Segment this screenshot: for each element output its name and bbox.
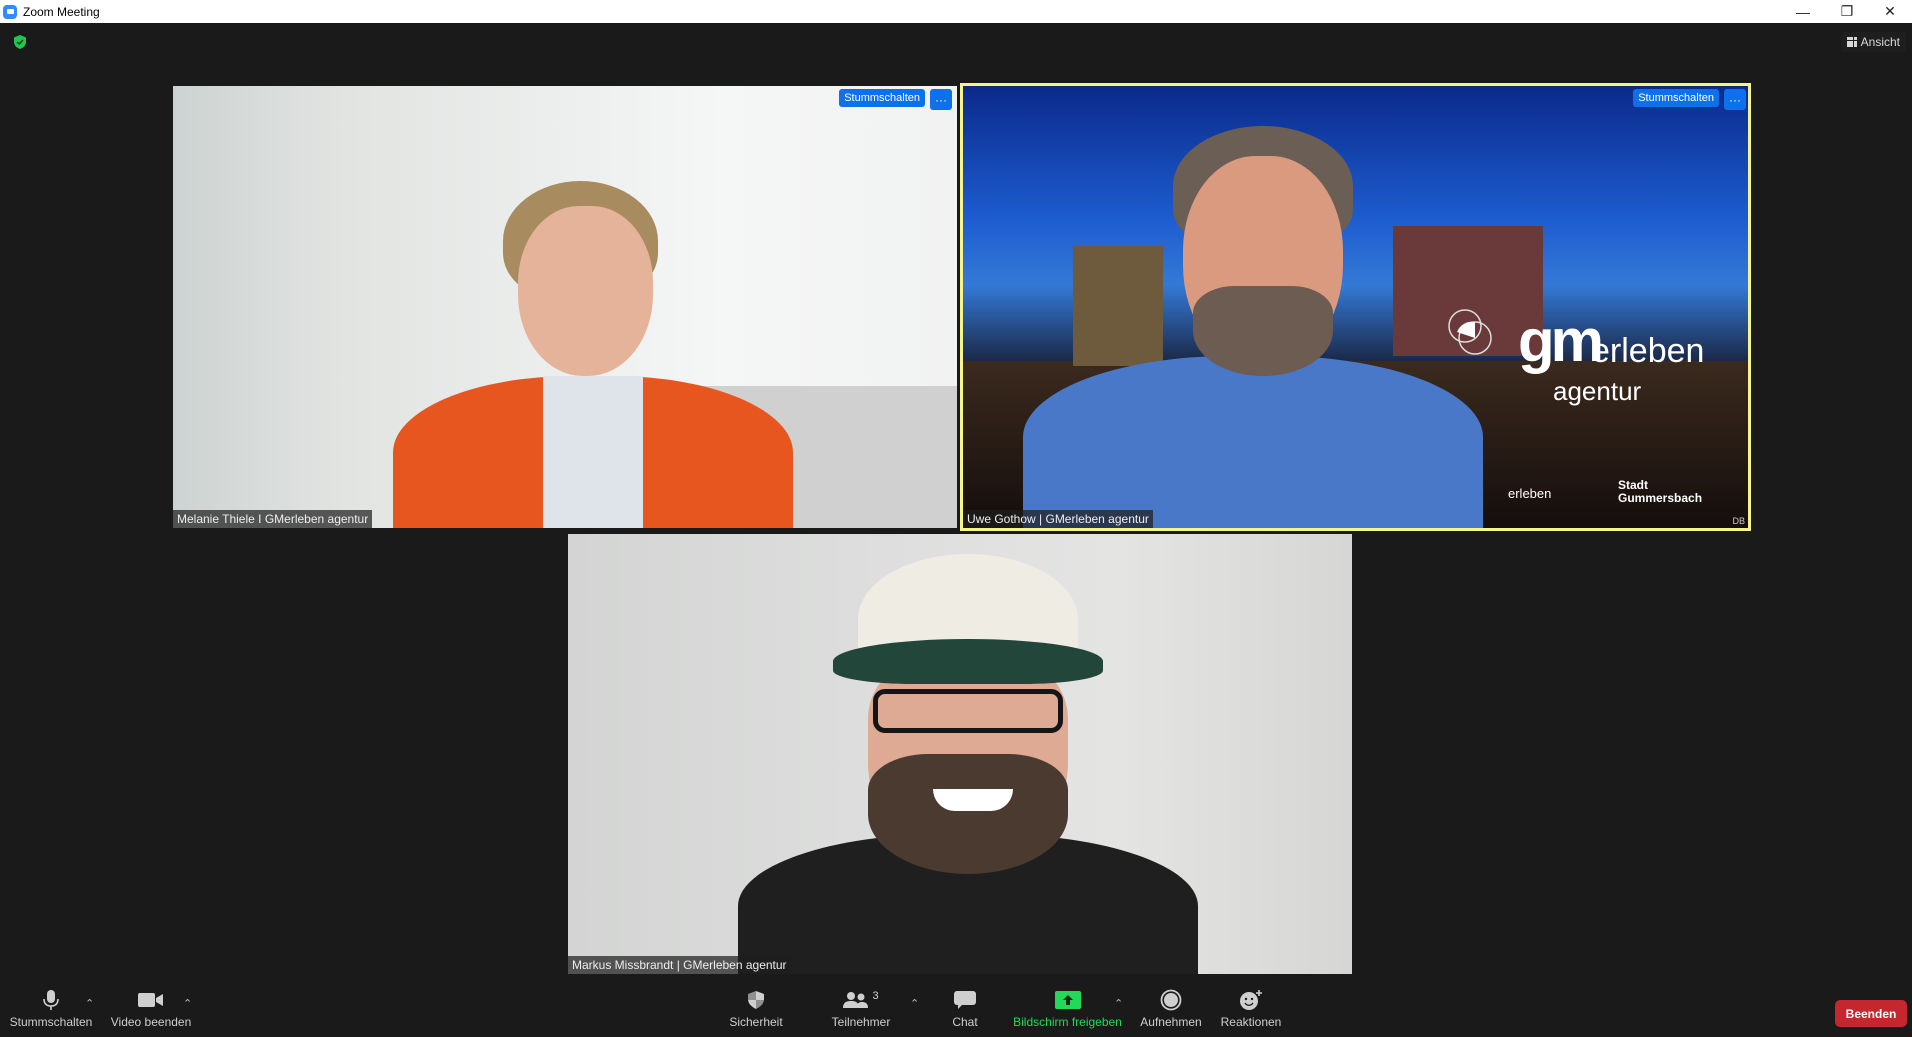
participants-icon [843, 992, 869, 1008]
more-options-button[interactable]: ··· [930, 89, 952, 110]
participant-count: 3 [872, 990, 879, 1002]
meeting-toolbar: Stummschalten ⌃ Video beenden ⌃ Sicherhe… [0, 985, 1912, 1037]
record-icon [1160, 989, 1182, 1011]
audio-options-caret[interactable]: ⌃ [85, 997, 94, 1010]
reaction-emoji-icon [1240, 990, 1262, 1010]
end-meeting-button[interactable]: Beenden [1835, 1000, 1907, 1027]
security-button[interactable]: Sicherheit [717, 985, 795, 1037]
security-label: Sicherheit [729, 1015, 783, 1029]
encryption-shield-icon[interactable] [12, 34, 28, 50]
participants-label: Teilnehmer [831, 1015, 891, 1029]
participants-button[interactable]: 3 Teilnehmer [822, 985, 900, 1037]
participant-name-label: Melanie Thiele I GMerleben agentur [173, 510, 373, 528]
watermark-text: DB [1732, 516, 1745, 526]
participant-shirt [543, 376, 643, 528]
window-titlebar: Zoom Meeting — ❐ ✕ [0, 0, 1912, 23]
participant-beard [1193, 286, 1333, 376]
mute-participant-button[interactable]: Stummschalten [1633, 89, 1719, 107]
participant-beard [868, 754, 1068, 874]
logo-stadt-gummersbach: Stadt Gummersbach [1618, 478, 1703, 506]
participant-smile [933, 789, 1013, 811]
window-title: Zoom Meeting [23, 4, 100, 19]
share-screen-label: Bildschirm freigeben [1013, 1015, 1122, 1029]
logo-gm-text: gm [1518, 307, 1604, 374]
logo-erleben-text: erleben [1591, 332, 1705, 370]
zoom-app-icon [3, 4, 17, 19]
record-label: Aufnehmen [1140, 1015, 1202, 1029]
record-button[interactable]: Aufnehmen [1135, 985, 1207, 1037]
minimize-button[interactable]: — [1781, 0, 1825, 23]
logo-small-erleben: erleben [1508, 486, 1552, 501]
video-tile-markus[interactable]: Markus Missbrandt | GMerleben agentur [568, 534, 1352, 974]
participant-name-label: Uwe Gothow | GMerleben agentur [963, 510, 1153, 528]
logo-stadt-line2: Gummersbach [1618, 491, 1703, 506]
close-button[interactable]: ✕ [1868, 0, 1912, 23]
reactions-button[interactable]: Reaktionen [1215, 985, 1287, 1037]
share-screen-icon [1054, 991, 1081, 1009]
chat-button[interactable]: Chat [935, 985, 995, 1037]
shield-icon [748, 991, 764, 1009]
mute-button[interactable]: Stummschalten [8, 985, 94, 1037]
restore-icon: ❐ [1840, 3, 1854, 19]
participant-face [518, 206, 653, 376]
participant-name-label: Markus Missbrandt | GMerleben agentur [568, 956, 791, 974]
minimize-icon: — [1796, 3, 1810, 20]
video-options-caret[interactable]: ⌃ [183, 997, 192, 1010]
video-label: Video beenden [110, 1015, 192, 1029]
logo-agentur-text: agentur [1553, 376, 1642, 406]
video-camera-icon [138, 993, 163, 1007]
close-icon: ✕ [1884, 3, 1896, 19]
gmerleben-rings-logo-icon [1448, 309, 1492, 355]
stop-video-button[interactable]: Video beenden [108, 985, 194, 1037]
view-button-label: Ansicht [1860, 35, 1900, 49]
chat-label: Chat [952, 1015, 978, 1029]
video-tile-melanie[interactable]: Stummschalten ··· Melanie Thiele I GMerl… [173, 86, 957, 528]
restore-button[interactable]: ❐ [1825, 0, 1869, 23]
share-options-caret[interactable]: ⌃ [1114, 997, 1123, 1010]
participants-options-caret[interactable]: ⌃ [910, 997, 919, 1010]
more-options-button[interactable]: ··· [1724, 89, 1746, 110]
view-button[interactable]: Ansicht [1840, 32, 1906, 52]
participant-glasses [873, 689, 1063, 733]
microphone-icon [43, 990, 59, 1010]
mute-participant-button[interactable]: Stummschalten [839, 89, 925, 107]
participant-body [1023, 356, 1483, 528]
reactions-label: Reaktionen [1220, 1015, 1282, 1029]
chat-bubble-icon [954, 991, 976, 1009]
participant-cap-brim [833, 639, 1103, 684]
share-screen-button[interactable]: Bildschirm freigeben [1010, 985, 1125, 1037]
mute-label: Stummschalten [9, 1015, 93, 1029]
background-building [1073, 246, 1163, 366]
grid-view-icon [1846, 37, 1857, 47]
video-tile-uwe[interactable]: gm erleben agentur erleben Stadt Gummers… [960, 83, 1751, 531]
